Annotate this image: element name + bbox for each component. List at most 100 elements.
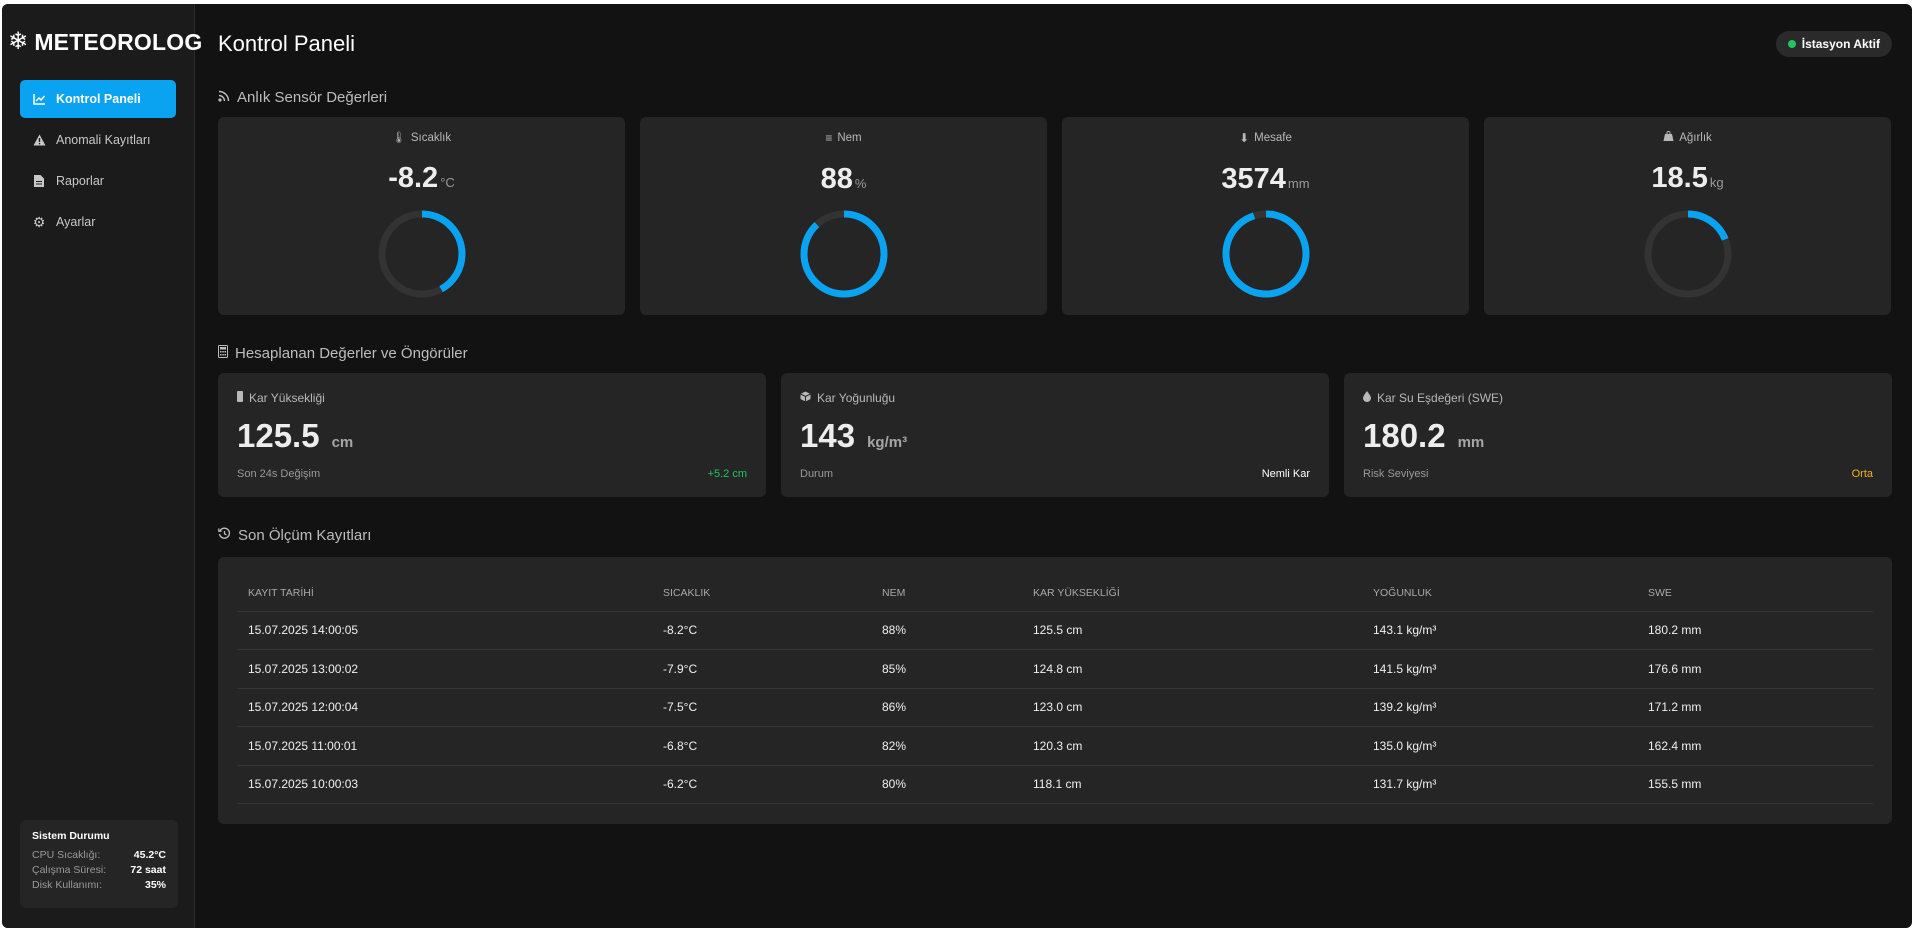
table-cell: 88%: [871, 611, 1022, 650]
system-row-label: Disk Kullanımı:: [32, 879, 103, 891]
computed-label-text: Kar Yüksekliği: [249, 391, 325, 405]
computed-label: Kar Yüksekliği: [237, 391, 747, 405]
table-cell: 125.5 cm: [1022, 611, 1362, 650]
sidebar-item-raporlar[interactable]: Raporlar: [20, 162, 176, 200]
system-row-cpu: CPU Sıcaklığı: 45.2°C: [32, 848, 166, 863]
system-row-value: 35%: [144, 879, 166, 891]
sidebar: ❄ METEOROLOG Kontrol Paneli Anomali Kayı…: [2, 4, 202, 928]
sensor-value-unit: mm: [1287, 176, 1310, 191]
table-cell: 180.2 mm: [1637, 611, 1873, 650]
table-cell: 15.07.2025 10:00:03: [237, 765, 652, 804]
sidebar-item-kontrol-paneli[interactable]: Kontrol Paneli: [20, 80, 176, 118]
table-cell: 139.2 kg/m³: [1362, 688, 1637, 727]
snowflake-icon: ❄: [8, 28, 29, 55]
status-text: İstasyon Aktif: [1801, 37, 1880, 51]
system-status-title: Sistem Durumu: [32, 830, 110, 842]
table-cell: 15.07.2025 13:00:02: [237, 649, 652, 689]
sensor-value-number: 88: [820, 163, 853, 195]
footer-value: +5.2 cm: [707, 468, 747, 480]
column-header[interactable]: YOĞUNLUK: [1362, 575, 1637, 612]
thermometer-icon: 🌡: [391, 132, 406, 144]
gauge-fill-arc: [800, 210, 887, 298]
sidebar-item-label: Kontrol Paneli: [56, 92, 141, 106]
sidebar-item-anomali-kayitlari[interactable]: Anomali Kayıtları: [20, 121, 176, 159]
gauge-ring: [378, 210, 465, 298]
table-row[interactable]: 15.07.2025 10:00:03 -6.2°C 80% 118.1 cm …: [237, 765, 1873, 804]
sensor-label: Ağırlık: [1484, 130, 1891, 144]
brand-name: METEOROLOG: [34, 28, 203, 55]
system-row-disk: Disk Kullanımı: 35%: [32, 878, 166, 893]
weight-icon: [1663, 130, 1674, 144]
brand-logo[interactable]: ❄ METEOROLOG: [2, 4, 202, 60]
table-cell: 80%: [871, 765, 1022, 804]
sensor-label-text: Nem: [837, 132, 862, 144]
sensor-card-temperature: 🌡 Sıcaklık -8.2 °C: [218, 117, 625, 315]
gauge-ring: [800, 210, 887, 298]
sidebar-item-label: Raporlar: [56, 174, 104, 188]
computed-label-text: Kar Su Eşdeğeri (SWE): [1377, 391, 1504, 405]
table-cell: -7.5°C: [652, 688, 871, 727]
table-row[interactable]: 15.07.2025 12:00:04 -7.5°C 86% 123.0 cm …: [237, 688, 1873, 727]
section-title-text: Hesaplanan Değerler ve Öngörüler: [235, 344, 468, 362]
table-cell: 123.0 cm: [1022, 688, 1362, 727]
sensor-label: ≡ Nem: [640, 131, 1047, 145]
document-icon: [32, 174, 46, 188]
section-title-text: Anlık Sensör Değerleri: [237, 88, 388, 106]
table-cell: 171.2 mm: [1637, 688, 1873, 727]
bars-icon: ≡: [825, 131, 833, 145]
table-cell: 85%: [871, 649, 1022, 689]
sidebar-item-ayarlar[interactable]: ⚙ Ayarlar: [20, 203, 176, 241]
table-cell: 131.7 kg/m³: [1362, 765, 1637, 804]
table-row[interactable]: 15.07.2025 11:00:01 -6.8°C 82% 120.3 cm …: [237, 726, 1873, 766]
column-header[interactable]: SICAKLIK: [652, 575, 871, 612]
computed-card-swe: Kar Su Eşdeğeri (SWE) 180.2 mm Risk Sevi…: [1344, 373, 1892, 497]
gauge-ring: [1644, 210, 1731, 298]
sensor-label: ⬇ Mesafe: [1062, 131, 1469, 145]
records-table: KAYIT TARİHİ SICAKLIK NEM KAR YÜKSEKLİĞİ…: [237, 575, 1873, 804]
column-header[interactable]: NEM: [871, 575, 1022, 612]
table-cell: 118.1 cm: [1022, 765, 1362, 804]
computed-label: Kar Yoğunluğu: [800, 391, 1310, 405]
system-row-value: 45.2°C: [133, 849, 166, 861]
table-cell: -6.8°C: [652, 726, 871, 766]
sensor-value: -8.2 °C: [218, 162, 625, 195]
system-row-value: 72 saat: [130, 864, 166, 876]
table-cell: 176.6 mm: [1637, 649, 1873, 689]
ruler-icon: [237, 391, 243, 405]
table-cell: -8.2°C: [652, 611, 871, 650]
records-table-card: KAYIT TARİHİ SICAKLIK NEM KAR YÜKSEKLİĞİ…: [218, 557, 1892, 824]
footer-label: Son 24s Değişim: [237, 468, 321, 480]
sensor-value-number: -8.2: [388, 162, 439, 194]
computed-value: 125.5 cm: [237, 417, 747, 455]
gear-icon: ⚙: [32, 213, 46, 230]
computed-value-number: 143: [800, 417, 856, 454]
table-row[interactable]: 15.07.2025 14:00:05 -8.2°C 88% 125.5 cm …: [237, 611, 1873, 650]
sidebar-nav: Kontrol Paneli Anomali Kayıtları Raporla…: [2, 80, 194, 241]
warning-icon: [32, 133, 46, 147]
table-cell: 82%: [871, 726, 1022, 766]
computed-footer: Risk Seviyesi Orta: [1363, 468, 1873, 480]
system-row-label: Çalışma Süresi:: [32, 864, 107, 876]
table-cell: 135.0 kg/m³: [1362, 726, 1637, 766]
column-header[interactable]: KAR YÜKSEKLİĞİ: [1022, 575, 1362, 612]
column-header[interactable]: KAYIT TARİHİ: [237, 575, 652, 612]
computed-card-snow-height: Kar Yüksekliği 125.5 cm Son 24s Değişim …: [218, 373, 766, 497]
sensor-value-unit: kg: [1709, 175, 1724, 190]
sensor-value: 3574 mm: [1062, 163, 1469, 196]
sensor-card-weight: Ağırlık 18.5 kg: [1484, 117, 1891, 315]
computed-footer: Durum Nemli Kar: [800, 468, 1310, 480]
computed-value: 180.2 mm: [1363, 417, 1873, 455]
table-cell: 162.4 mm: [1637, 726, 1873, 766]
status-dot-icon: [1787, 40, 1796, 48]
sensor-card-humidity: ≡ Nem 88%: [640, 117, 1047, 315]
table-cell: 155.5 mm: [1637, 765, 1873, 804]
drop-icon: [1363, 391, 1371, 405]
computed-value: 143 kg/m³: [800, 417, 1310, 455]
table-cell: 86%: [871, 688, 1022, 727]
table-cell: -6.2°C: [652, 765, 871, 804]
sensor-value-unit: °C: [440, 175, 455, 190]
column-header[interactable]: SWE: [1637, 575, 1873, 612]
table-row[interactable]: 15.07.2025 13:00:02 -7.9°C 85% 124.8 cm …: [237, 649, 1873, 689]
gauge-fill-arc: [1222, 210, 1309, 298]
computed-label-text: Kar Yoğunluğu: [817, 391, 896, 405]
